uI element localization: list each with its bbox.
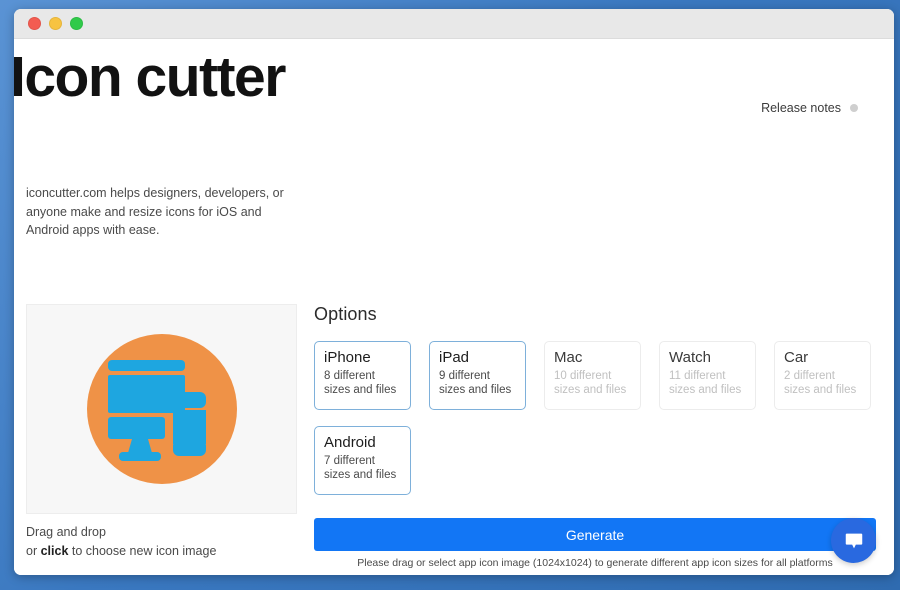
option-card-mac[interactable]: Mac 10 different sizes and files <box>544 341 641 410</box>
icon-dropzone[interactable] <box>26 304 297 514</box>
options-heading: Options <box>314 304 377 324</box>
option-label-android: Android <box>324 434 376 451</box>
generate-hint-text: Please drag or select app icon image (10… <box>357 557 833 569</box>
release-notes-label: Release notes <box>761 101 841 115</box>
app-description: iconcutter.com helps designers, develope… <box>26 186 284 237</box>
dropzone-click-link[interactable]: click <box>41 544 69 558</box>
release-notes-link[interactable]: Release notes <box>761 101 858 115</box>
generate-button[interactable]: Generate <box>314 518 876 551</box>
window-titlebar <box>14 9 894 39</box>
app-window: Icon cutter Release notes iconcutter.com… <box>14 9 894 575</box>
option-label-car: Car <box>784 349 809 366</box>
option-card-watch[interactable]: Watch 11 different sizes and files <box>659 341 756 410</box>
window-close-button[interactable] <box>28 17 41 30</box>
chat-support-button[interactable] <box>831 518 876 563</box>
devices-monitor-phone-icon <box>86 334 237 484</box>
dropzone-line-1: Drag and drop <box>26 525 106 539</box>
dropzone-line-2-prefix: or <box>26 544 41 558</box>
option-sub-car: 2 different sizes and files <box>784 370 857 396</box>
option-card-android[interactable]: Android 7 different sizes and files <box>314 426 411 495</box>
option-label-ipad: iPad <box>439 349 470 366</box>
app-header: Icon cutter Release notes <box>14 39 894 115</box>
option-card-car[interactable]: Car 2 different sizes and files <box>774 341 871 410</box>
option-sub-android: 7 different sizes and files <box>324 455 397 481</box>
option-sub-mac: 10 different sizes and files <box>554 370 627 396</box>
dropzone-instructions: Drag and drop or click to choose new ico… <box>26 523 296 561</box>
option-sub-ipad: 9 different sizes and files <box>439 370 512 396</box>
dropzone-line-2-suffix: to choose new icon image <box>68 544 217 558</box>
option-sub-iphone: 8 different sizes and files <box>324 370 397 396</box>
option-label-watch: Watch <box>669 349 711 366</box>
option-label-mac: Mac <box>554 349 583 366</box>
app-content: Icon cutter Release notes iconcutter.com… <box>14 39 894 575</box>
option-label-iphone: iPhone <box>324 349 371 366</box>
platform-option-grid: iPhone 8 different sizes and files iPad … <box>314 341 876 495</box>
window-zoom-button[interactable] <box>70 17 83 30</box>
status-dot-icon <box>850 104 858 112</box>
option-card-iphone[interactable]: iPhone 8 different sizes and files <box>314 341 411 410</box>
options-section: Options iPhone 8 different sizes and fil… <box>314 304 878 495</box>
chat-bubble-icon <box>845 533 862 548</box>
window-minimize-button[interactable] <box>49 17 62 30</box>
option-card-ipad[interactable]: iPad 9 different sizes and files <box>429 341 526 410</box>
page-title: Icon cutter <box>14 45 286 109</box>
option-sub-watch: 11 different sizes and files <box>669 370 742 396</box>
